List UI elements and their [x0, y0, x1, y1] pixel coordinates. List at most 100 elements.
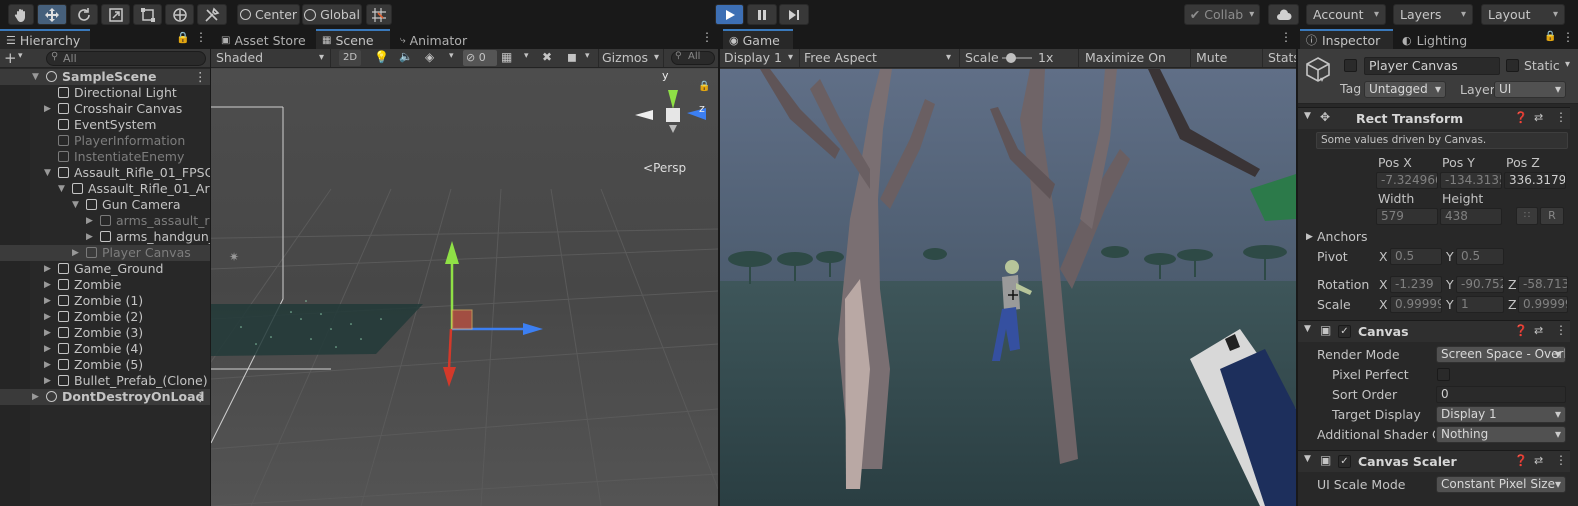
- foldout-closed-icon[interactable]: ▶: [44, 296, 51, 306]
- hierarchy-row[interactable]: InstentiateEnemy: [0, 149, 210, 165]
- target-display-dropdown[interactable]: Display 1: [1436, 406, 1566, 423]
- raw-edit-button[interactable]: R: [1540, 207, 1564, 225]
- width-field[interactable]: 579: [1376, 208, 1438, 225]
- hierarchy-row[interactable]: ▶ Player Canvas: [0, 245, 210, 261]
- grid-snap-button[interactable]: [366, 4, 392, 25]
- foldout-open-icon[interactable]: ▼: [32, 72, 39, 82]
- tab-lighting[interactable]: ◐ Lighting: [1396, 29, 1486, 49]
- preset-icon[interactable]: ⇄: [1534, 324, 1543, 337]
- gizmos-dropdown[interactable]: Gizmos ▾: [598, 49, 664, 67]
- foldout-closed-icon[interactable]: ▶: [86, 216, 93, 226]
- tab-inspector[interactable]: ⓘ Inspector: [1300, 29, 1393, 49]
- hierarchy-row[interactable]: ▶ Zombie: [0, 277, 210, 293]
- help-icon[interactable]: ❓: [1514, 454, 1528, 467]
- hierarchy-row[interactable]: ▶ Crosshair Canvas: [0, 101, 210, 117]
- foldout-closed-icon[interactable]: ▶: [44, 328, 51, 338]
- hierarchy-row[interactable]: PlayerInformation: [0, 133, 210, 149]
- hierarchy-row[interactable]: EventSystem: [0, 117, 210, 133]
- foldout-closed-icon[interactable]: ▶: [44, 312, 51, 322]
- static-dropdown-icon[interactable]: ▾: [1565, 59, 1570, 70]
- aspect-dropdown[interactable]: Free Aspect ▾: [800, 49, 960, 67]
- object-name-input[interactable]: Player Canvas: [1364, 57, 1500, 75]
- hierarchy-row[interactable]: ▶ arms_assault_rifle: [0, 213, 210, 229]
- foldout-closed-icon[interactable]: ▶: [44, 280, 51, 290]
- hierarchy-search-input[interactable]: ⚲ All: [46, 51, 206, 66]
- maximize-on-play-button[interactable]: Maximize On Play: [1078, 49, 1190, 83]
- lighting-toggle-icon[interactable]: 💡: [374, 50, 389, 64]
- hierarchy-row[interactable]: ▼ Assault_Rifle_01_Arms: [0, 181, 210, 197]
- rect-tool-icon[interactable]: [133, 4, 162, 25]
- canvas-scaler-enabled-checkbox[interactable]: ✓: [1338, 455, 1351, 468]
- grid-dropdown-icon[interactable]: ▾: [524, 51, 529, 61]
- scale-tool-icon[interactable]: [101, 4, 130, 25]
- rect-transform-header[interactable]: ▼ ✥ Rect Transform ❓ ⇄ ⋮: [1298, 107, 1570, 129]
- mute-audio-button[interactable]: Mute Audio: [1190, 49, 1262, 83]
- help-icon[interactable]: ❓: [1514, 324, 1528, 337]
- stats-button[interactable]: Stats: [1262, 49, 1296, 67]
- canvas-header[interactable]: ▼ ▣ ✓ Canvas ❓ ⇄ ⋮: [1298, 320, 1570, 342]
- tab-animator[interactable]: ⤷ Animator: [394, 29, 484, 49]
- camera-icon[interactable]: ◼: [567, 50, 577, 64]
- hierarchy-row[interactable]: Directional Light: [0, 85, 210, 101]
- anchors-foldout-icon[interactable]: ▶: [1306, 232, 1313, 242]
- hierarchy-row[interactable]: ▼ Assault_Rifle_01_FPSCo: [0, 165, 210, 181]
- icon-dropdown[interactable]: ▾: [1320, 75, 1324, 84]
- hierarchy-row[interactable]: ▶ Zombie (5): [0, 357, 210, 373]
- sort-order-field[interactable]: 0: [1436, 386, 1566, 403]
- rotation-z-field[interactable]: -58.713: [1518, 276, 1568, 293]
- audio-toggle-icon[interactable]: 🔈: [399, 50, 413, 63]
- menu-kebab-icon[interactable]: ⋮: [1555, 323, 1567, 337]
- hierarchy-row[interactable]: ▶ Zombie (1): [0, 293, 210, 309]
- space-toggle-button[interactable]: Global: [302, 4, 362, 25]
- menu-kebab-icon[interactable]: ⋮: [194, 69, 207, 84]
- custom-tool-icon[interactable]: [197, 4, 227, 25]
- canvas-scaler-header[interactable]: ▼ ▣ ✓ Canvas Scaler ❓ ⇄ ⋮: [1298, 450, 1570, 472]
- effects-dropdown-icon[interactable]: ▾: [449, 51, 454, 61]
- foldout-closed-icon[interactable]: ▶: [44, 344, 51, 354]
- menu-kebab-icon[interactable]: ⋮: [194, 389, 207, 404]
- blueprint-mode-button[interactable]: ∷: [1516, 207, 1538, 225]
- hand-tool-icon[interactable]: [8, 4, 34, 25]
- foldout-closed-icon[interactable]: ▶: [44, 264, 51, 274]
- foldout-closed-icon[interactable]: ▶: [72, 248, 79, 258]
- shading-mode-dropdown[interactable]: Shaded ▾: [211, 49, 331, 67]
- transform-tool-icon[interactable]: [165, 4, 194, 25]
- lock-icon[interactable]: 🔒: [176, 31, 190, 44]
- account-dropdown[interactable]: Account: [1306, 4, 1386, 25]
- height-field[interactable]: 438: [1440, 208, 1502, 225]
- foldout-open-icon[interactable]: ▼: [72, 200, 79, 210]
- rotation-x-field[interactable]: -1.239: [1390, 276, 1442, 293]
- scale-y-field[interactable]: 1: [1456, 296, 1504, 313]
- tools-icon[interactable]: ✖: [542, 50, 552, 64]
- rotate-tool-icon[interactable]: [70, 4, 98, 25]
- hierarchy-scene-row[interactable]: ▶ DontDestroyOnLoad ⋮: [0, 389, 210, 405]
- hierarchy-row[interactable]: ▶ Bullet_Prefab_(Clone): [0, 373, 210, 389]
- foldout-closed-icon[interactable]: ▶: [44, 104, 51, 114]
- render-mode-dropdown[interactable]: Screen Space - Overlay: [1436, 346, 1566, 363]
- menu-kebab-icon[interactable]: ⋮: [195, 30, 207, 44]
- active-checkbox[interactable]: [1344, 59, 1357, 72]
- shader-channels-dropdown[interactable]: Nothing: [1436, 426, 1566, 443]
- scene-search-input[interactable]: ⚲ All: [671, 51, 715, 65]
- tab-scene[interactable]: ▦ Scene: [316, 29, 390, 49]
- scene-viewport[interactable]: ✷ y z 🔒 <Persp: [211, 69, 718, 506]
- pivot-x-field[interactable]: 0.5: [1390, 248, 1442, 265]
- hierarchy-row[interactable]: ▶ arms_handgun_0: [0, 229, 210, 245]
- grid-toggle-icon[interactable]: ▦: [501, 50, 512, 64]
- move-tool-icon[interactable]: [37, 4, 67, 25]
- posx-field[interactable]: -7.324966: [1376, 172, 1438, 189]
- layer-dropdown[interactable]: UI: [1494, 81, 1566, 98]
- tab-game[interactable]: ◉ Game: [723, 29, 793, 49]
- foldout-arrow-icon[interactable]: ▼: [1304, 454, 1311, 464]
- layout-dropdown[interactable]: Layout: [1481, 4, 1565, 25]
- menu-kebab-icon[interactable]: ⋮: [1562, 30, 1574, 44]
- scale-x-field[interactable]: 0.99999: [1390, 296, 1442, 313]
- hierarchy-row[interactable]: ▶ Zombie (4): [0, 341, 210, 357]
- rotation-y-field[interactable]: -90.752: [1456, 276, 1504, 293]
- foldout-open-icon[interactable]: ▼: [58, 184, 65, 194]
- foldout-arrow-icon[interactable]: ▼: [1304, 324, 1311, 334]
- step-button[interactable]: [779, 4, 809, 25]
- menu-kebab-icon[interactable]: ⋮: [701, 30, 713, 44]
- hierarchy-row[interactable]: ▶ Zombie (3): [0, 325, 210, 341]
- game-viewport[interactable]: [720, 69, 1296, 506]
